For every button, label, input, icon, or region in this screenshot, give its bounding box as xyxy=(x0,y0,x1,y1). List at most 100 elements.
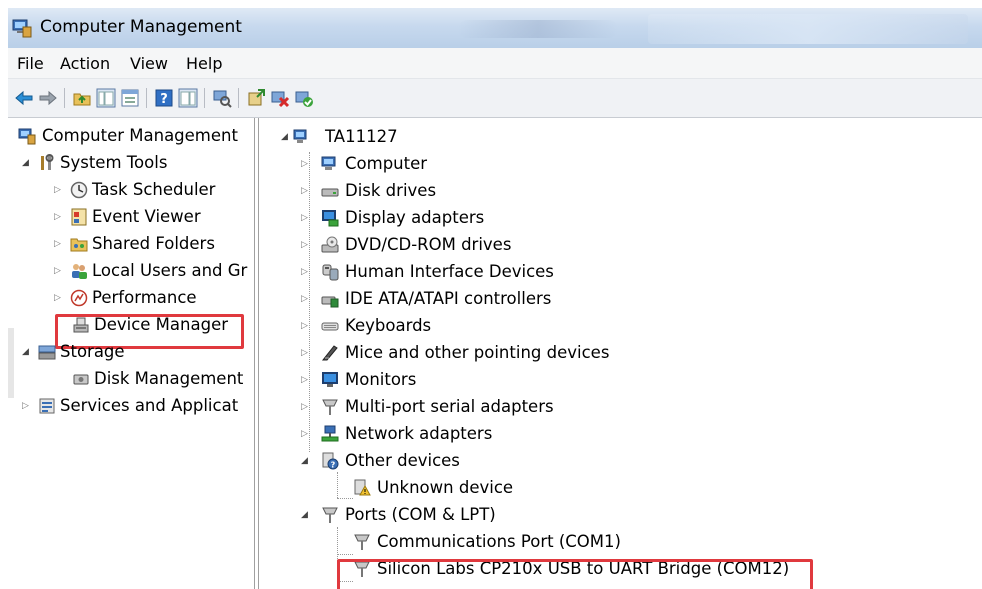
device-category-label: Network adapters xyxy=(345,424,493,443)
title-bar[interactable]: Computer Management xyxy=(8,8,982,48)
monitor-icon xyxy=(322,372,338,387)
tree-item-disk-management[interactable]: Disk Management xyxy=(16,367,252,391)
tree-item-label: Computer Management xyxy=(42,126,238,145)
device-category-label: Multi-port serial adapters xyxy=(345,397,554,416)
device-category-ide-ata-atapi-controllers[interactable]: ▷ IDE ATA/ATAPI controllers xyxy=(299,287,959,311)
users-icon xyxy=(72,264,87,279)
tree-item-performance[interactable]: ▷ Performance xyxy=(16,286,252,310)
device-category-display-adapters[interactable]: ▷ Display adapters xyxy=(299,206,959,230)
collapsed-arrow-icon[interactable]: ▷ xyxy=(301,187,309,196)
toolbar-separator xyxy=(146,88,147,108)
collapsed-arrow-icon[interactable]: ▷ xyxy=(301,241,309,250)
tree-item-local-users-and-groups[interactable]: ▷ Local Users and Gr xyxy=(16,259,252,283)
device-category-network-adapters[interactable]: ▷ Network adapters xyxy=(299,422,959,446)
menu-action[interactable]: Action xyxy=(60,54,110,73)
expanded-arrow-icon[interactable]: ◢ xyxy=(301,457,309,466)
show-hide-action-pane-icon[interactable] xyxy=(178,88,198,108)
menu-file[interactable]: File xyxy=(17,54,44,73)
collapsed-arrow-icon[interactable]: ▷ xyxy=(301,268,309,277)
network-adapter-icon xyxy=(321,425,339,442)
device-category-label: Disk drives xyxy=(345,181,437,200)
device-communications-port-com1[interactable]: Communications Port (COM1) xyxy=(353,530,953,554)
device-category-other-devices[interactable]: ◢ ? Other devices xyxy=(299,449,959,473)
tree-item-shared-folders[interactable]: ▷ Shared Folders xyxy=(16,232,252,256)
collapsed-arrow-icon[interactable]: ▷ xyxy=(301,349,309,358)
tree-item-system-tools[interactable]: ◢ System Tools xyxy=(16,151,252,175)
device-category-human-interface-devices[interactable]: ▷ Human Interface Devices xyxy=(299,260,959,284)
disk-drive-icon xyxy=(321,188,339,197)
back-icon[interactable] xyxy=(14,88,34,108)
port-icon xyxy=(322,507,338,523)
device-category-ports[interactable]: ◢ Ports (COM & LPT) xyxy=(299,503,959,527)
device-category-label: Display adapters xyxy=(345,208,485,227)
expanded-arrow-icon[interactable]: ◢ xyxy=(22,348,30,357)
expanded-arrow-icon[interactable]: ◢ xyxy=(22,159,30,168)
unknown-device-warning-icon xyxy=(354,479,371,496)
collapsed-arrow-icon[interactable]: ▷ xyxy=(54,186,62,195)
device-tree-root[interactable]: ◢ TA11127 xyxy=(275,125,975,149)
device-category-multi-port-serial-adapters[interactable]: ▷ Multi-port serial adapters xyxy=(299,395,959,419)
collapsed-arrow-icon[interactable]: ▷ xyxy=(301,214,309,223)
device-label: Unknown device xyxy=(377,478,514,497)
serial-port-icon xyxy=(322,399,338,415)
collapsed-arrow-icon[interactable]: ▷ xyxy=(301,322,309,331)
collapsed-arrow-icon[interactable]: ▷ xyxy=(54,294,62,303)
up-folder-icon[interactable] xyxy=(72,88,92,108)
device-category-computer[interactable]: ▷ Computer xyxy=(299,152,959,176)
device-category-disk-drives[interactable]: ▷ Disk drives xyxy=(299,179,959,203)
device-category-label: Keyboards xyxy=(345,316,432,335)
properties-icon[interactable] xyxy=(120,88,140,108)
collapsed-arrow-icon[interactable]: ▷ xyxy=(301,295,309,304)
device-category-dvd-cd-rom-drives[interactable]: ▷ DVD/CD-ROM drives xyxy=(299,233,959,257)
tree-item-label: System Tools xyxy=(60,153,168,172)
update-driver-icon[interactable] xyxy=(246,88,266,108)
forward-icon[interactable] xyxy=(38,88,58,108)
system-tools-icon xyxy=(41,154,54,170)
tree-item-label: Task Scheduler xyxy=(92,180,216,199)
device-tree-root-label: TA11127 xyxy=(325,127,398,146)
toolbar-separator xyxy=(204,88,205,108)
collapsed-arrow-icon[interactable]: ▷ xyxy=(301,403,309,412)
tree-item-storage[interactable]: ◢ Storage xyxy=(16,340,252,364)
mouse-icon xyxy=(321,345,338,361)
performance-icon xyxy=(70,289,88,307)
display-adapter-icon xyxy=(322,210,339,227)
collapsed-arrow-icon[interactable]: ▷ xyxy=(54,213,62,222)
tree-connector xyxy=(337,472,338,498)
tree-item-services-and-applications[interactable]: ▷ Services and Applicat xyxy=(16,394,252,418)
toolbar: ? xyxy=(8,79,982,118)
tree-item-event-viewer[interactable]: ▷ Event Viewer xyxy=(16,205,252,229)
collapsed-arrow-icon[interactable]: ▷ xyxy=(301,160,309,169)
tree-item-label: Shared Folders xyxy=(92,234,215,253)
help-icon[interactable]: ? xyxy=(154,88,174,108)
disk-management-icon xyxy=(73,374,89,385)
computer-icon xyxy=(293,129,307,143)
svg-text:?: ? xyxy=(331,461,336,470)
collapsed-arrow-icon[interactable]: ▷ xyxy=(54,267,62,276)
window-title: Computer Management xyxy=(40,17,242,37)
show-hide-tree-icon[interactable] xyxy=(96,88,116,108)
menu-view[interactable]: View xyxy=(130,54,168,73)
tree-item-task-scheduler[interactable]: ▷ Task Scheduler xyxy=(16,178,252,202)
device-category-monitors[interactable]: ▷ Monitors xyxy=(299,368,959,392)
uninstall-icon[interactable] xyxy=(270,88,290,108)
collapsed-arrow-icon[interactable]: ▷ xyxy=(301,430,309,439)
enable-device-icon[interactable] xyxy=(294,88,314,108)
device-category-keyboards[interactable]: ▷ Keyboards xyxy=(299,314,959,338)
scan-hardware-icon[interactable] xyxy=(212,88,232,108)
device-category-mice[interactable]: ▷ Mice and other pointing devices xyxy=(299,341,959,365)
collapsed-arrow-icon[interactable]: ▷ xyxy=(22,402,30,411)
computer-management-window: Computer Management File Action View Hel… xyxy=(8,8,982,589)
left-pane-scroll-indicator xyxy=(8,328,14,398)
expanded-arrow-icon[interactable]: ◢ xyxy=(281,133,289,142)
clock-icon xyxy=(70,181,88,199)
collapsed-arrow-icon[interactable]: ▷ xyxy=(301,376,309,385)
toolbar-separator xyxy=(238,88,239,108)
device-unknown-device[interactable]: Unknown device xyxy=(353,476,953,500)
tree-item-computer-management[interactable]: Computer Management xyxy=(16,124,252,148)
expanded-arrow-icon[interactable]: ◢ xyxy=(301,511,309,520)
title-bar-glass xyxy=(458,20,618,38)
menu-help[interactable]: Help xyxy=(186,54,222,73)
computer-management-icon xyxy=(12,19,32,38)
collapsed-arrow-icon[interactable]: ▷ xyxy=(54,240,62,249)
